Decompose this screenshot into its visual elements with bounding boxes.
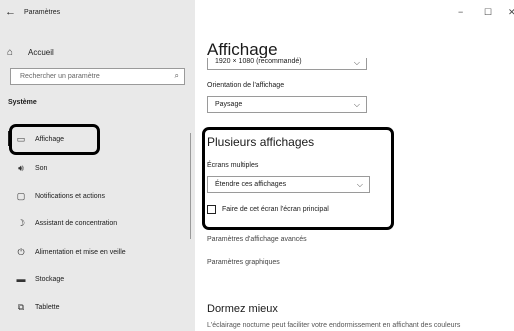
window-title: Paramètres	[24, 9, 61, 16]
scroll-divider	[190, 133, 191, 239]
multi-display-select[interactable]: Étendre ces affichages ⌵	[207, 176, 370, 193]
monitor-icon: ▭	[16, 133, 26, 144]
orientation-select[interactable]: Paysage ⌵	[207, 96, 367, 113]
advanced-display-link[interactable]: Paramètres d'affichage avancés	[207, 236, 307, 243]
home-icon: ⌂	[7, 46, 14, 58]
orientation-label: Orientation de l'affichage	[207, 82, 285, 89]
main-display-checkbox[interactable]	[207, 205, 216, 214]
sidebar-item-home[interactable]: ⌂ Accueil	[7, 45, 54, 59]
sidebar-item-label: Son	[35, 164, 48, 172]
storage-icon: ▬	[16, 274, 26, 284]
sidebar-item-stockage[interactable]: ▬ Stockage	[0, 267, 195, 291]
sidebar-item-affichage[interactable]: ▭ Affichage	[0, 127, 195, 151]
resolution-value: 1920 × 1080 (recommandé)	[215, 58, 302, 65]
sidebar-item-notifications[interactable]: ▢ Notifications et actions	[0, 184, 195, 208]
graphics-settings-link[interactable]: Paramètres graphiques	[207, 259, 280, 266]
sidebar-item-tablette[interactable]: ⧉ Tablette	[0, 295, 195, 319]
sidebar-item-label: Tablette	[35, 303, 60, 311]
screens-label: Écrans multiples	[207, 162, 259, 169]
chevron-down-icon: ⌵	[356, 180, 363, 189]
search-input[interactable]: Rechercher un paramètre ⌕	[10, 68, 185, 85]
sidebar-item-son[interactable]: 🔊︎ Son	[0, 156, 195, 180]
search-placeholder: Rechercher un paramètre	[20, 73, 100, 80]
chevron-down-icon: ⌵	[353, 100, 360, 109]
sidebar-item-label: Alimentation et mise en veille	[35, 248, 126, 256]
sleep-description: L'éclairage nocturne peut faciliter votr…	[207, 322, 461, 329]
section-heading: Système	[8, 99, 37, 106]
close-icon[interactable]: ✕	[508, 7, 514, 18]
content-pane: − ☐ ✕ Affichage 1920 × 1080 (recommandé)…	[195, 0, 514, 331]
sidebar-item-label: Stockage	[35, 275, 65, 283]
page-title: Affichage	[207, 40, 278, 59]
main-display-checkbox-label: Faire de cet écran l'écran principal	[222, 206, 329, 213]
sleep-heading: Dormez mieux	[207, 303, 278, 315]
sidebar: ← Paramètres ⌂ Accueil Rechercher un par…	[0, 0, 195, 331]
minimize-icon[interactable]: −	[458, 7, 463, 17]
sidebar-item-label: Accueil	[28, 47, 54, 57]
power-icon: ⏻	[17, 246, 25, 257]
back-arrow-icon[interactable]: ←	[5, 6, 16, 18]
sidebar-item-label: Affichage	[35, 135, 65, 143]
chevron-down-icon: ⌵	[353, 58, 360, 67]
sidebar-item-alimentation[interactable]: ⏻ Alimentation et mise en veille	[0, 240, 195, 264]
tablet-icon: ⧉	[17, 301, 25, 312]
orientation-value: Paysage	[215, 101, 243, 108]
selected-indicator	[8, 131, 11, 146]
sidebar-item-label: Notifications et actions	[35, 192, 106, 200]
maximize-icon[interactable]: ☐	[484, 7, 492, 18]
sidebar-item-label: Assistant de concentration	[35, 219, 118, 227]
speaker-icon: 🔊︎	[18, 162, 24, 173]
notification-icon: ▢	[16, 190, 26, 201]
multi-display-heading: Plusieurs affichages	[207, 135, 315, 149]
resolution-select[interactable]: 1920 × 1080 (recommandé) ⌵	[207, 58, 367, 70]
main-display-checkbox-row[interactable]: Faire de cet écran l'écran principal	[207, 205, 329, 214]
search-icon[interactable]: ⌕	[175, 71, 179, 81]
multi-display-value: Étendre ces affichages	[215, 181, 287, 188]
sidebar-item-concentration[interactable]: ☽ Assistant de concentration	[0, 211, 195, 235]
moon-icon: ☽	[16, 217, 26, 228]
